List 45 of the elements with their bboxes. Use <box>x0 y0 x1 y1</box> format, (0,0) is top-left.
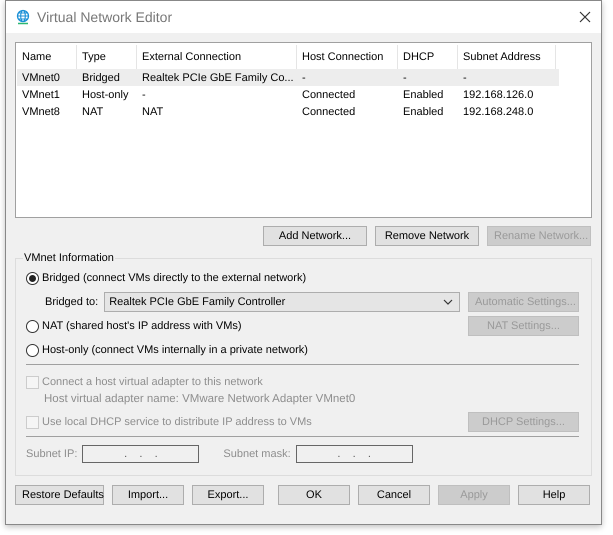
group-title: VMnet Information <box>23 252 115 264</box>
table-cell-text: NAT <box>81 106 104 118</box>
window-title: Virtual Network Editor <box>37 9 174 25</box>
dialog-button[interactable]: OK <box>278 485 350 505</box>
table-cell-text: VMnet0 <box>21 72 61 84</box>
dialog-button[interactable]: Help <box>518 485 590 505</box>
bridged-label: Bridged to: <box>45 296 98 308</box>
dialog-button[interactable]: Restore Defaults <box>15 485 104 505</box>
adapter-name-text: Host virtual adapter name: VMware Network Adapter VMnet0 <box>44 393 356 405</box>
table-row[interactable]: VMnet1 Host-only - Connected Enabled 192.168.126.0 <box>17 86 559 103</box>
table-row[interactable]: VMnet0 Bridged Realtek PCIe GbE Family Co... - - - <box>17 69 559 86</box>
subnet-mask-label: Subnet mask: <box>223 448 291 460</box>
table-cell-text: Enabled <box>402 106 444 118</box>
dialog-button[interactable]: Import... <box>112 485 184 505</box>
network-button[interactable]: Remove Network <box>375 226 479 246</box>
chevron-icon <box>443 299 453 305</box>
radio-button[interactable] <box>26 272 39 284</box>
table-cell-text: 192.168.126.0 <box>462 88 534 100</box>
table-cell-text: Bridged <box>81 72 121 84</box>
radio-button[interactable] <box>26 344 39 356</box>
table-cell-text: Realtek PCIe GbE Family Co... <box>141 72 295 84</box>
radio-button[interactable] <box>26 320 39 332</box>
table-row[interactable]: VMnet8 NAT NAT Connected Enabled 192.168.248.0 <box>17 103 559 120</box>
table-cell-text: Host-only <box>81 88 130 100</box>
table-cell-text: NAT <box>141 106 164 118</box>
table-cell-text: 192.168.248.0 <box>462 106 534 118</box>
table-cell-text: - <box>462 72 468 84</box>
table-cell-text: Connected <box>301 106 356 118</box>
subnet-ip-label: Subnet IP: <box>26 448 78 460</box>
table-cell-text: VMnet1 <box>21 88 61 100</box>
globe-icon <box>15 9 31 25</box>
dialog-button[interactable]: Export... <box>192 485 264 505</box>
radio-label[interactable]: Host-only (connect VMs internally in a private network) <box>42 344 308 356</box>
table-cell-text: Connected <box>301 88 356 100</box>
close-icon[interactable] <box>579 11 591 23</box>
table-cell-text: - <box>301 72 307 84</box>
dialog-button[interactable]: Cancel <box>358 485 430 505</box>
radio-label[interactable]: NAT (shared host's IP address with VMs) <box>42 320 242 332</box>
table-cell-text: - <box>141 88 147 100</box>
adapter-dropdown[interactable]: Realtek PCIe GbE Family Controller <box>104 292 460 312</box>
network-button[interactable]: Add Network... <box>263 226 367 246</box>
table-cell-text: Enabled <box>402 88 444 100</box>
radio-label[interactable]: Bridged (connect VMs directly to the external network) <box>42 272 306 284</box>
table-cell-text: - <box>402 72 408 84</box>
table-cell-text: VMnet8 <box>21 106 61 118</box>
